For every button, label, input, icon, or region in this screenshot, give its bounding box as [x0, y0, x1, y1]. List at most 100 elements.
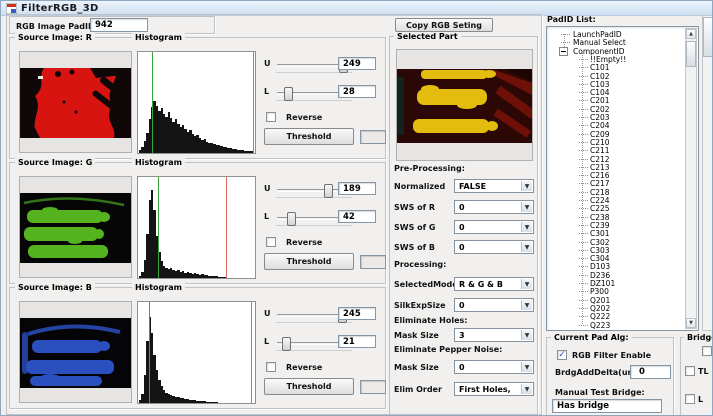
scroll-up-icon[interactable]: ▲ [686, 29, 696, 39]
manual-test-bridge-label: Manual Test Bridge: [555, 388, 645, 397]
param-label-selectedmode-6: SelectedMode [394, 280, 458, 289]
rgb-filter-enable-checkbox[interactable]: ✓ [557, 350, 567, 360]
tree-scrollbar[interactable]: ▲ ▼ [685, 28, 697, 329]
param-label-normalized-1: Normalized [394, 182, 445, 191]
section-label-eliminate-holes-8: Eliminate Holes: [394, 316, 467, 325]
l-slider-thumb-r[interactable] [284, 87, 293, 101]
app-window: FilterRGB_3D RGB Image PadID: 942 Source… [0, 0, 713, 416]
copy-rgb-setting-button[interactable]: Copy RGB Seting [395, 18, 493, 32]
param-combo-silkexpsize-7[interactable]: 0 ▼ [454, 298, 534, 312]
l-slider-thumb-b[interactable] [282, 337, 291, 351]
u-label-r: U [264, 59, 271, 68]
threshold-button-g[interactable]: Threshold [264, 253, 354, 270]
source-image-g [19, 176, 132, 278]
l-label-g: L [264, 212, 269, 221]
histogram-label-b: Histogram [132, 283, 185, 292]
channel-panel-label-b: Source Image: B [15, 283, 95, 292]
param-label-sws-of-b-4: SWS of B [394, 243, 435, 252]
u-value-r[interactable]: 249 [338, 57, 376, 70]
padid-tree: LaunchPadID Manual Select ComponentID !!… [546, 26, 699, 331]
param-combo-normalized-1[interactable]: FALSE ▼ [454, 179, 534, 193]
threshold-result-g [360, 255, 386, 269]
chevron-down-icon[interactable]: ▼ [521, 242, 532, 252]
param-label-mask-size-11: Mask Size [394, 363, 439, 372]
padid-input[interactable]: 942 [90, 18, 148, 32]
chevron-down-icon[interactable]: ▼ [521, 279, 532, 289]
histogram-bars-g [139, 178, 254, 278]
low-threshold-marker-g [158, 177, 159, 278]
param-label-mask-size-9: Mask Size [394, 331, 439, 340]
u-value-g[interactable]: 189 [338, 182, 376, 195]
histogram-g [137, 176, 256, 279]
bridge-checkbox-l[interactable] [685, 394, 695, 404]
outer-scroll-thumb[interactable] [703, 17, 713, 57]
outer-scrollbar[interactable] [702, 15, 713, 331]
param-combo-mask-size-11[interactable]: 0 ▼ [454, 360, 534, 374]
param-combo-sws-of-b-4[interactable]: 0 ▼ [454, 240, 534, 254]
rgb-filter-enable-label: RGB Filter Enable [572, 351, 651, 360]
histogram-b [137, 301, 256, 404]
histogram-bars-b [139, 303, 254, 403]
selected-part-image [396, 49, 533, 161]
high-threshold-marker-r [253, 52, 254, 153]
source-image-b [19, 301, 132, 403]
chevron-down-icon[interactable]: ▼ [521, 222, 532, 232]
channel-panel-r: Source Image: R Histogram U 249 L [9, 37, 386, 159]
param-combo-sws-of-r-2[interactable]: 0 ▼ [454, 200, 534, 214]
scroll-down-icon[interactable]: ▼ [686, 318, 696, 328]
param-label-sws-of-g-3: SWS of G [394, 223, 435, 232]
chevron-down-icon[interactable]: ▼ [521, 202, 532, 212]
low-threshold-marker-b [149, 302, 150, 403]
channel-panel-label-r: Source Image: R [15, 33, 95, 42]
bridge-group: Bridge TL L [680, 337, 713, 416]
u-slider-thumb-g[interactable] [324, 184, 333, 198]
reverse-label-b: Reverse [286, 363, 322, 372]
current-pad-alg-group: Current Pad Alg: ✓ RGB Filter Enable Brd… [546, 337, 674, 416]
chevron-down-icon[interactable]: ▼ [521, 362, 532, 372]
param-combo-selectedmode-6[interactable]: R & G & B ▼ [454, 277, 534, 291]
l-label-b: L [264, 337, 269, 346]
low-threshold-marker-r [152, 52, 153, 153]
selected-part-picture [397, 69, 532, 143]
high-threshold-marker-g [226, 177, 227, 278]
bridge-checkbox-tl[interactable] [685, 366, 695, 376]
reverse-checkbox-b[interactable] [266, 362, 276, 372]
l-value-r[interactable]: 28 [338, 85, 376, 98]
threshold-button-r[interactable]: Threshold [264, 128, 354, 145]
section-label-eliminate-pepper-noise-10: Eliminate Pepper Noise: [394, 345, 502, 354]
reverse-label-g: Reverse [286, 238, 322, 247]
chevron-down-icon[interactable]: ▼ [521, 181, 532, 191]
histogram-r [137, 51, 256, 154]
chevron-down-icon[interactable]: ▼ [521, 384, 532, 394]
l-slider-thumb-g[interactable] [287, 212, 296, 226]
selected-part-label: Selected Part [394, 32, 461, 41]
reverse-checkbox-g[interactable] [266, 237, 276, 247]
current-pad-alg-title: Current Pad Alg: [551, 333, 632, 342]
channel-panel-label-g: Source Image: G [15, 158, 95, 167]
padid-panel: RGB Image PadID: 942 [9, 16, 215, 34]
channel-panel-b: Source Image: B Histogram U 245 L 21 [9, 287, 386, 409]
u-value-b[interactable]: 245 [338, 307, 376, 320]
padid-label: RGB Image PadID: [16, 22, 98, 31]
param-combo-elim-order-12[interactable]: First Holes, ▼ [454, 382, 534, 396]
bridge-group-title: Bridge [684, 333, 713, 342]
param-combo-mask-size-9[interactable]: 3 ▼ [454, 328, 534, 342]
bridge-delta-input[interactable]: 0 [630, 365, 671, 379]
histogram-label-g: Histogram [132, 158, 185, 167]
scroll-thumb[interactable] [686, 41, 696, 67]
threshold-button-b[interactable]: Threshold [264, 378, 354, 395]
param-label-sws-of-r-2: SWS of R [394, 203, 435, 212]
chevron-down-icon[interactable]: ▼ [521, 330, 532, 340]
reverse-checkbox-r[interactable] [266, 112, 276, 122]
param-label-silkexpsize-7: SilkExpSize [394, 301, 446, 310]
u-label-b: U [264, 309, 271, 318]
chevron-down-icon[interactable]: ▼ [521, 300, 532, 310]
padid-list-title: PadID List: [547, 15, 596, 24]
param-combo-sws-of-g-3[interactable]: 0 ▼ [454, 220, 534, 234]
tree-item-q223[interactable]: Q223 [547, 321, 685, 330]
manual-test-bridge-input[interactable]: Has bridge [552, 399, 662, 413]
histogram-label-r: Histogram [132, 33, 185, 42]
bridge-partial-checkbox[interactable] [702, 346, 712, 356]
l-value-g[interactable]: 42 [338, 210, 376, 223]
l-value-b[interactable]: 21 [338, 335, 376, 348]
